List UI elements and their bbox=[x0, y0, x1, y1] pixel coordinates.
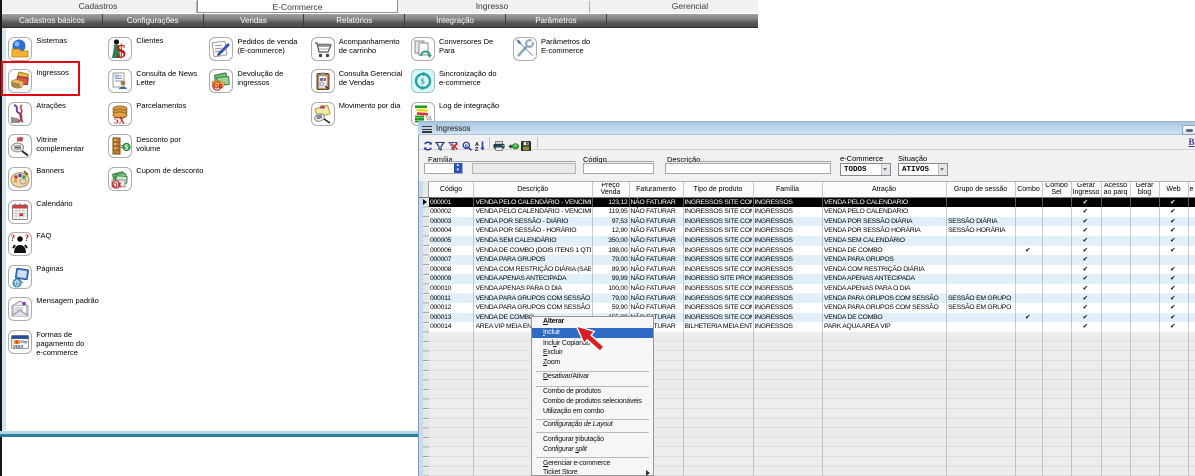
svg-text:?: ? bbox=[25, 233, 30, 243]
svg-text:VISA: VISA bbox=[13, 344, 23, 349]
svg-text:OK: OK bbox=[214, 84, 224, 91]
svg-text:p: p bbox=[464, 143, 467, 149]
svg-text:$: $ bbox=[421, 77, 425, 86]
svg-text:$: $ bbox=[117, 41, 127, 61]
svg-text:$: $ bbox=[125, 143, 129, 152]
svg-text:Pay: Pay bbox=[21, 340, 28, 344]
svg-text:?: ? bbox=[11, 233, 16, 243]
svg-text:OK: OK bbox=[113, 183, 123, 189]
svg-text:5X: 5X bbox=[114, 115, 126, 125]
